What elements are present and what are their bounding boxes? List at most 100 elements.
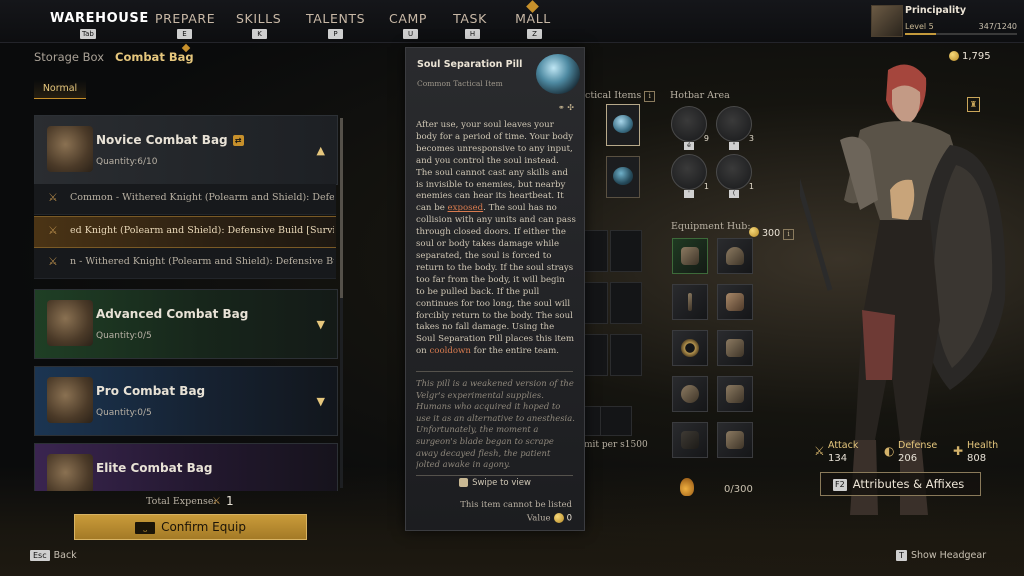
show-headgear-toggle[interactable]: T Show Headgear bbox=[896, 550, 986, 561]
equip-slot-extra[interactable] bbox=[672, 422, 708, 458]
bag-list: Novice Combat Bag ⇄ Quantity:6/10 ▲ ⚔ Com… bbox=[34, 115, 340, 491]
boots-icon bbox=[726, 431, 744, 449]
stat-defense: ◐ Defense 206 bbox=[884, 440, 938, 464]
tab-warehouse[interactable]: WAREHOUSE bbox=[50, 11, 148, 26]
equip-slot-weapon[interactable] bbox=[672, 238, 708, 274]
equip-slot-necklace[interactable] bbox=[672, 330, 708, 366]
polearm-icon bbox=[681, 247, 699, 265]
attack-icon: ⚔ bbox=[814, 444, 825, 458]
t-key: T bbox=[896, 550, 907, 561]
tab-talents[interactable]: TALENTS bbox=[306, 11, 365, 26]
pro-bag-icon bbox=[47, 377, 93, 423]
bag-pro[interactable]: Pro Combat Bag Quantity:0/5 ▼ bbox=[34, 366, 338, 436]
player-panel[interactable]: Principality Level 5 347/1240 bbox=[871, 4, 1019, 38]
bag-advanced[interactable]: Advanced Combat Bag Quantity:0/5 ▼ bbox=[34, 289, 338, 359]
equip-slot-chest[interactable] bbox=[717, 284, 753, 320]
carry-capacity: 0/300 bbox=[724, 484, 753, 495]
polearm-icon: ⚔ bbox=[48, 191, 58, 204]
space-key-icon: ⎵ bbox=[135, 521, 156, 534]
grid-slot[interactable] bbox=[610, 282, 642, 324]
bag-list-scrollbar[interactable] bbox=[340, 118, 343, 488]
tab-normal[interactable]: Normal bbox=[34, 80, 86, 99]
bag-novice[interactable]: Novice Combat Bag ⇄ Quantity:6/10 ▲ bbox=[34, 115, 338, 185]
soul-pill-icon bbox=[536, 54, 580, 94]
equip-slot-boots[interactable] bbox=[717, 422, 753, 458]
chevron-down-icon[interactable]: ▼ bbox=[317, 395, 325, 408]
build-item[interactable]: ⚔ Common - Withered Knight (Polearm and … bbox=[34, 184, 336, 215]
scrollbar-thumb[interactable] bbox=[340, 118, 343, 298]
info-icon[interactable]: i bbox=[783, 229, 795, 240]
novice-bag-icon bbox=[47, 126, 93, 172]
hotbar-slot[interactable]: 1 ' bbox=[671, 154, 709, 198]
tab-mall[interactable]: MALL bbox=[515, 11, 551, 26]
tooltip-lore: This pill is a weakened version of the V… bbox=[416, 378, 575, 470]
polearm-icon: ⚔ bbox=[48, 255, 58, 268]
bag-elite[interactable]: Elite Combat Bag bbox=[34, 443, 338, 491]
total-expense-value: 1 bbox=[226, 494, 234, 508]
esc-key: Esc bbox=[30, 550, 50, 561]
tab-camp-key: U bbox=[403, 29, 418, 39]
tab-camp[interactable]: CAMP bbox=[389, 11, 427, 26]
build-item-selected[interactable]: ⚔ ed Knight (Polearm and Shield): Defens… bbox=[34, 216, 336, 248]
equip-slot-legs[interactable] bbox=[717, 376, 753, 412]
hotbar-slot[interactable]: 1( bbox=[716, 154, 754, 198]
gold-coin-icon bbox=[749, 226, 759, 237]
chevron-up-icon[interactable]: ▲ bbox=[317, 144, 325, 157]
confirm-equip-button[interactable]: ⎵ Confirm Equip bbox=[74, 514, 307, 540]
chevron-down-icon[interactable]: ▼ bbox=[317, 318, 325, 331]
soul-pill-icon bbox=[613, 115, 633, 133]
helmet-icon bbox=[726, 247, 744, 265]
back-button[interactable]: Esc Back bbox=[30, 550, 77, 561]
tab-mall-key: Z bbox=[527, 29, 542, 39]
tactical-slot[interactable] bbox=[606, 156, 640, 198]
tooltip-tag-icons: ⚭ ✣ bbox=[558, 103, 574, 112]
info-icon[interactable]: i bbox=[644, 91, 656, 102]
build-item[interactable]: ⚔ n - Withered Knight (Polearm and Shiel… bbox=[34, 248, 336, 279]
build-label: ed Knight (Polearm and Shield): Defensiv… bbox=[70, 225, 334, 236]
bag-quantity: Quantity:6/10 bbox=[96, 157, 158, 167]
necklace-icon bbox=[681, 339, 699, 357]
tab-prepare[interactable]: PREPARE bbox=[155, 11, 215, 26]
bag-title: Novice Combat Bag ⇄ bbox=[96, 133, 244, 147]
item-tooltip: Soul Separation Pill Common Tactical Ite… bbox=[405, 47, 585, 531]
stat-health: ✚ Health 808 bbox=[953, 440, 999, 464]
tooltip-value: Value 0 bbox=[526, 513, 572, 524]
attributes-affixes-button[interactable]: F2 Attributes & Affixes bbox=[820, 472, 981, 496]
hotbar-slot[interactable]: 9é bbox=[671, 106, 709, 150]
equip-slot-gloves[interactable] bbox=[717, 330, 753, 366]
tactical-item-icon bbox=[613, 167, 633, 185]
limit-text: mit per s1500 bbox=[584, 440, 648, 450]
tactical-slot-selected[interactable] bbox=[606, 104, 640, 146]
equip-slot-offhand[interactable] bbox=[672, 284, 708, 320]
build-label: Common - Withered Knight (Polearm and Sh… bbox=[70, 192, 334, 203]
grid-slot[interactable] bbox=[610, 230, 642, 272]
bag-title: Pro Combat Bag bbox=[96, 384, 206, 398]
exposed-link[interactable]: exposed bbox=[448, 203, 484, 213]
bag-title: Elite Combat Bag bbox=[96, 461, 213, 475]
breadcrumb-combat-bag[interactable]: Combat Bag bbox=[115, 50, 194, 64]
swipe-icon bbox=[459, 478, 469, 487]
equip-slot-ring[interactable] bbox=[672, 376, 708, 412]
breadcrumb-storage-box[interactable]: Storage Box bbox=[34, 50, 104, 64]
health-icon: ✚ bbox=[953, 444, 964, 458]
hotbar-slot[interactable]: 3 " bbox=[716, 106, 754, 150]
build-label: n - Withered Knight (Polearm and Shield)… bbox=[70, 256, 334, 267]
tooltip-item-name: Soul Separation Pill bbox=[417, 59, 523, 70]
swipe-to-view[interactable]: Swipe to view bbox=[406, 478, 584, 488]
player-level: Level 5 bbox=[905, 22, 934, 31]
equip-slot-helmet[interactable] bbox=[717, 238, 753, 274]
advanced-bag-icon bbox=[47, 300, 93, 346]
divider bbox=[416, 371, 573, 372]
exp-bar bbox=[905, 33, 1017, 35]
ring-icon bbox=[681, 385, 699, 403]
swap-icon[interactable]: ⇄ bbox=[232, 135, 244, 146]
grid-slot[interactable] bbox=[600, 406, 632, 436]
grid-slot[interactable] bbox=[610, 334, 642, 376]
bag-quantity: Quantity:0/5 bbox=[96, 331, 152, 341]
spear-icon bbox=[688, 293, 692, 311]
gloves-icon bbox=[726, 339, 744, 357]
tab-task[interactable]: TASK bbox=[453, 11, 487, 26]
tab-skills[interactable]: SKILLS bbox=[236, 11, 281, 26]
cooldown-link[interactable]: cooldown bbox=[429, 346, 470, 356]
divider bbox=[416, 475, 573, 476]
